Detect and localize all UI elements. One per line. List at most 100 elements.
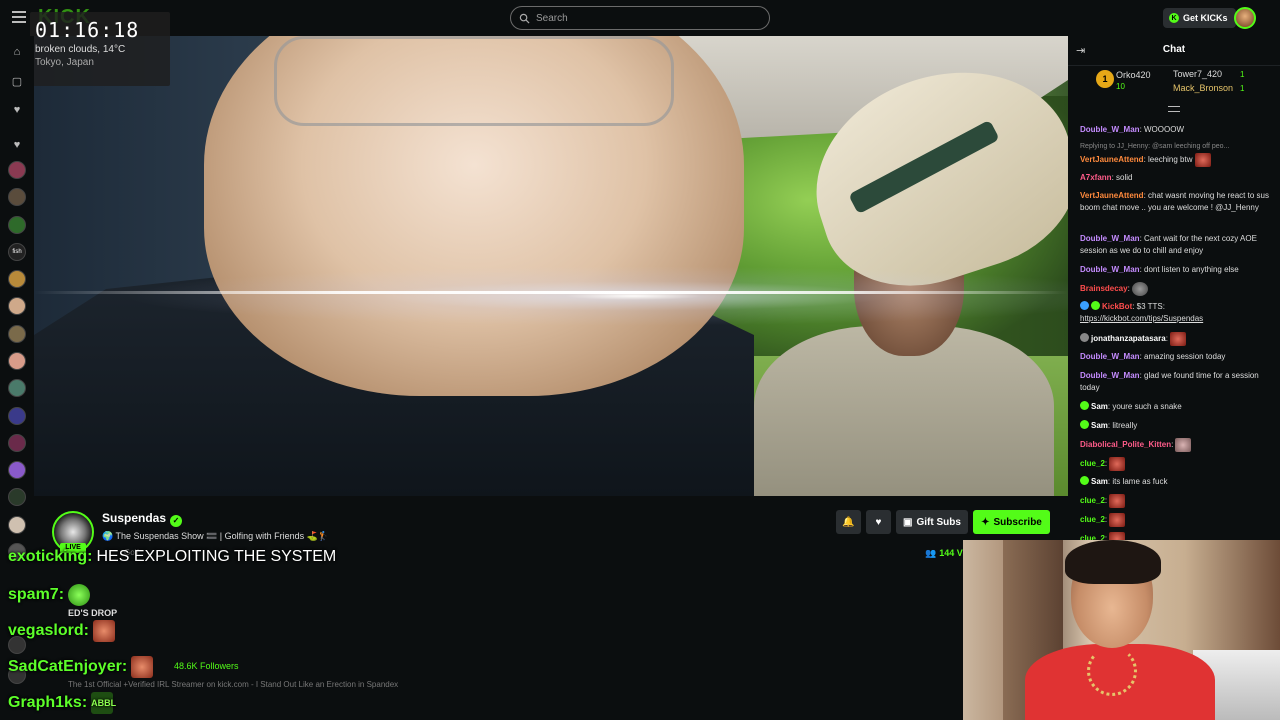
- sidebar-channel-avatar[interactable]: [8, 516, 26, 534]
- channel-name[interactable]: Suspendas: [102, 511, 166, 525]
- chat-panel: ⇥ Chat 1 Orko420 10 Tower7_420 1 Mack_Br…: [1068, 36, 1280, 540]
- chat-username[interactable]: Double_W_Man: [1080, 352, 1140, 361]
- face-emote-icon: [1109, 457, 1126, 471]
- sidebar-channel-avatar[interactable]: [8, 161, 26, 179]
- sidebar-channel-avatar[interactable]: [8, 407, 26, 425]
- text-emote-icon: ABBL: [91, 692, 116, 714]
- chat-text: :: [1165, 334, 1168, 344]
- verified-icon: ✓: [170, 515, 183, 527]
- chat-username[interactable]: VertJauneAttend: [1080, 191, 1144, 200]
- user-avatar[interactable]: [1234, 7, 1256, 29]
- home-icon[interactable]: ⌂: [11, 46, 23, 58]
- sidebar-channel-avatar[interactable]: [8, 325, 26, 343]
- chat-username[interactable]: clue_2: [1080, 496, 1105, 505]
- chat-username[interactable]: Brainsdecay: [1080, 284, 1128, 293]
- kicks-coin-icon: K: [1169, 13, 1179, 23]
- follow-button[interactable]: ♥: [866, 510, 891, 534]
- sidebar-channel-avatar[interactable]: [8, 188, 26, 206]
- bell-icon: 🔔: [842, 516, 855, 528]
- menu-icon[interactable]: [12, 11, 26, 23]
- chat-username[interactable]: Double_W_Man: [1080, 125, 1140, 134]
- face-emote-icon: [92, 620, 115, 642]
- chat-username[interactable]: KickBot: [1102, 302, 1132, 311]
- get-kicks-button[interactable]: K Get KICKs: [1163, 8, 1236, 28]
- chat-text: : dont listen to anything else: [1139, 265, 1239, 274]
- chat-username[interactable]: Diabolical_Polite_Kitten: [1080, 440, 1171, 449]
- search-icon: [519, 13, 530, 24]
- chat-username[interactable]: Sam: [1091, 402, 1108, 411]
- sidebar-channel-avatar[interactable]: [8, 352, 26, 370]
- chat-username[interactable]: clue_2: [1080, 459, 1105, 468]
- channel-name-row: Suspendas ✓: [102, 511, 183, 527]
- gifter-name[interactable]: Orko420: [1116, 70, 1151, 80]
- overlay-chat-user: vegaslord:: [8, 622, 89, 639]
- subscribe-label: Subscribe: [993, 516, 1042, 528]
- overlay-chat-row: vegaslord:: [8, 620, 115, 642]
- bot-badge-icon: [1080, 301, 1089, 310]
- following-heart-icon[interactable]: ♥: [11, 104, 23, 116]
- sidebar-channel-avatar[interactable]: [8, 379, 26, 397]
- chat-text: : WOOOOW: [1139, 125, 1184, 134]
- chat-message: clue_2:: [1080, 494, 1276, 508]
- notification-button[interactable]: 🔔: [836, 510, 861, 534]
- chat-username[interactable]: Double_W_Man: [1080, 234, 1140, 243]
- gift-subs-button[interactable]: ▣ Gift Subs: [896, 510, 968, 534]
- sidebar-channel-avatar[interactable]: [8, 216, 26, 234]
- chat-link[interactable]: https://kickbot.com/tips/Suspendas: [1080, 314, 1203, 323]
- chat-username[interactable]: A7xfann: [1080, 173, 1112, 182]
- browse-icon[interactable]: ▢: [11, 76, 23, 88]
- clock-overlay: 01:16:18 broken clouds, 14°C Tokyo, Japa…: [30, 12, 170, 86]
- face-emote-icon: [131, 656, 154, 678]
- face-emote-icon: [1109, 494, 1126, 508]
- stream-video[interactable]: [34, 36, 1068, 496]
- chat-username[interactable]: Sam: [1091, 421, 1108, 430]
- chat-text: : solid: [1111, 173, 1133, 182]
- video-man-glasses: [274, 36, 674, 126]
- face-emote-icon: [1109, 513, 1126, 527]
- chat-header: ⇥ Chat: [1068, 36, 1280, 66]
- chat-message: Sam: its lame as fuck: [1080, 476, 1276, 488]
- chat-message: Double_W_Man: glad we found time for a s…: [1080, 370, 1276, 394]
- chat-username[interactable]: Sam: [1091, 477, 1108, 486]
- sidebar-channel-avatar[interactable]: fish: [8, 243, 26, 261]
- sidebar-channel-avatar[interactable]: [8, 461, 26, 479]
- chat-username[interactable]: VertJauneAttend: [1080, 155, 1144, 164]
- chat-username[interactable]: Double_W_Man: [1080, 371, 1140, 380]
- face-emote-icon: [1169, 332, 1186, 346]
- search-input[interactable]: [536, 12, 756, 24]
- overlay-chat-user: spam7:: [8, 586, 65, 603]
- verified-badge-icon: [1080, 401, 1089, 410]
- chat-text: :: [1104, 459, 1108, 469]
- sidebar-channel-avatar[interactable]: [8, 434, 26, 452]
- chat-reply-context: Replying to JJ_Henny: @sam leeching off …: [1080, 143, 1230, 150]
- get-kicks-label: Get KICKs: [1183, 13, 1228, 23]
- chat-message: Sam: litreally: [1080, 420, 1276, 432]
- star-icon: ✦: [981, 516, 990, 528]
- chat-message: Double_W_Man: Cant wait for the next coz…: [1080, 233, 1276, 257]
- favorites-heart-icon[interactable]: ♥: [11, 139, 23, 151]
- gifter-count: 1: [1240, 84, 1245, 93]
- expand-gifters-icon[interactable]: [1168, 106, 1180, 112]
- chat-username[interactable]: jonathanzapatasara: [1091, 334, 1166, 343]
- gifter-name[interactable]: Tower7_420: [1173, 69, 1222, 79]
- chat-message: VertJauneAttend: leeching btw: [1080, 153, 1276, 167]
- search-bar[interactable]: [510, 6, 770, 30]
- overlay-chat-row: SadCatEnjoyer:: [8, 656, 154, 678]
- sidebar-channel-avatar[interactable]: [8, 297, 26, 315]
- chat-title: Chat: [1162, 44, 1186, 55]
- chat-message: clue_2:: [1080, 457, 1276, 471]
- chat-username[interactable]: clue_2: [1080, 515, 1105, 524]
- clock-time: 01:16:18: [35, 18, 140, 42]
- subscribe-button[interactable]: ✦ Subscribe: [973, 510, 1050, 534]
- overlay-chat: exoticking: HES EXPLOITING THE SYSTEM sp…: [0, 540, 340, 720]
- chat-text: :: [1104, 496, 1108, 506]
- overlay-chat-row: Graph1ks: ABBL: [8, 692, 116, 714]
- chat-message: VertJauneAttend: chat wasnt moving he re…: [1080, 190, 1276, 214]
- sidebar-channel-avatar[interactable]: [8, 270, 26, 288]
- chat-text: : its lame as fuck: [1107, 477, 1168, 486]
- gifter-count: 10: [1116, 82, 1125, 91]
- sidebar-channel-avatar[interactable]: [8, 488, 26, 506]
- chat-username[interactable]: Double_W_Man: [1080, 265, 1140, 274]
- gifter-name[interactable]: Mack_Bronson: [1173, 83, 1233, 93]
- chat-message: Brainsdecay:: [1080, 282, 1276, 296]
